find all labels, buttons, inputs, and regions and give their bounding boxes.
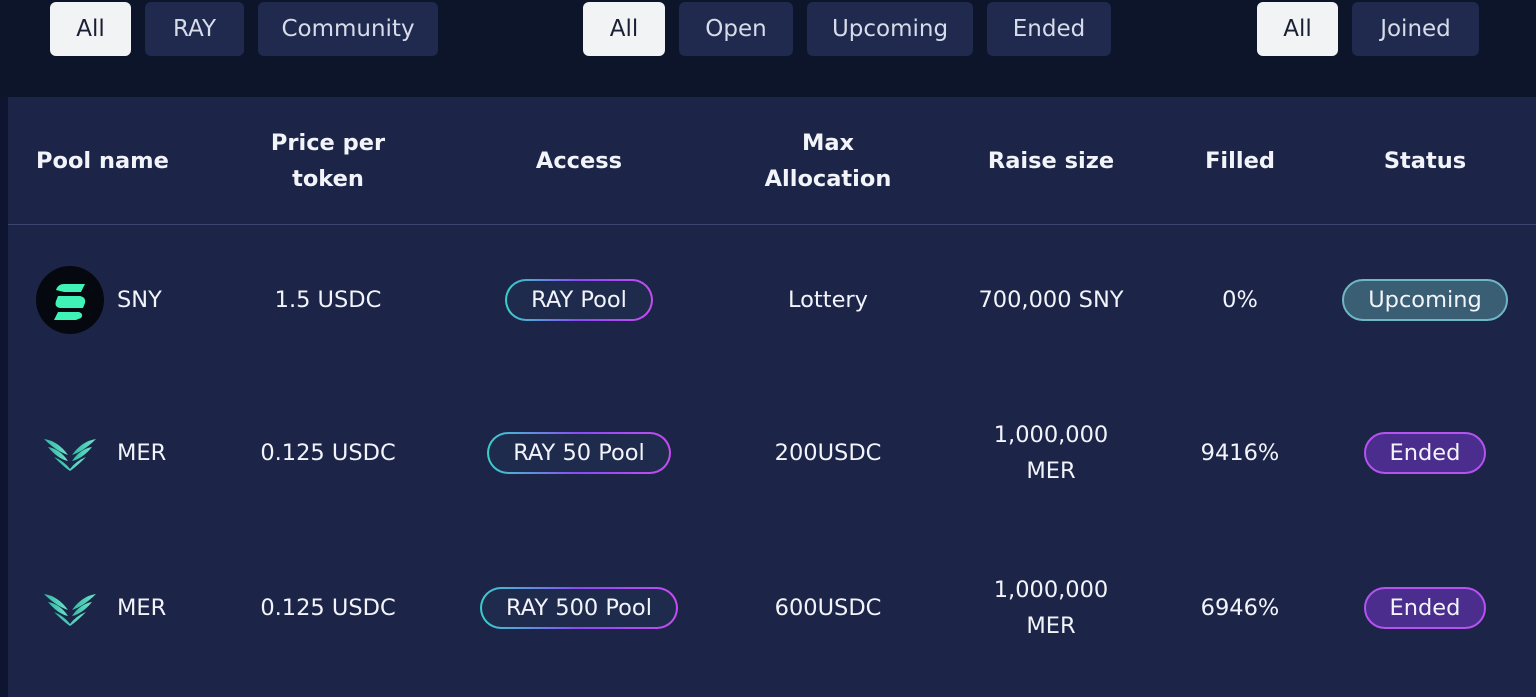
header-max-line1: Max	[801, 129, 855, 156]
access-badge: RAY Pool	[505, 279, 653, 321]
header-access: Access	[535, 147, 623, 174]
filter-state-all[interactable]: All	[583, 2, 665, 56]
filter-category-community[interactable]: Community	[258, 2, 438, 56]
header-price-per-token: Price per token	[228, 97, 428, 224]
access-cell: RAY Pool	[479, 223, 679, 377]
filled-cell: 6946%	[1200, 595, 1280, 621]
pools-table: Pool name Price per token Access Max All…	[8, 97, 1536, 697]
filter-state-open[interactable]: Open	[679, 2, 793, 56]
header-filled: Filled	[1205, 147, 1275, 174]
filter-membership-all[interactable]: All	[1257, 2, 1338, 56]
filter-bar: All RAY Community All Open Upcoming Ende…	[0, 0, 1536, 97]
raise-size-line1: 1,000,000	[993, 577, 1109, 603]
max-allocation-cell: 600USDC	[774, 595, 882, 621]
sny-logo-icon	[36, 266, 104, 334]
max-allocation-cell: Lottery	[788, 287, 868, 313]
status-cell: Ended	[1335, 376, 1515, 530]
filled-cell: 9416%	[1200, 440, 1280, 466]
filter-category-ray[interactable]: RAY	[145, 2, 244, 56]
pool-name-cell: MER	[36, 531, 226, 685]
pool-name: SNY	[117, 287, 162, 313]
filter-membership-joined[interactable]: Joined	[1352, 2, 1479, 56]
pool-name-cell: MER	[36, 376, 226, 530]
raise-size-cell: 1,000,000 MER	[951, 376, 1151, 530]
raise-size-line2: MER	[1026, 458, 1076, 484]
status-cell: Upcoming	[1335, 223, 1515, 377]
price-cell: 0.125 USDC	[260, 595, 396, 621]
raise-size-line1: 700,000 SNY	[978, 287, 1124, 313]
access-badge: RAY 500 Pool	[480, 587, 678, 629]
table-row[interactable]: MER 0.125 USDC RAY 50 Pool 200USDC 1,000…	[8, 376, 1536, 530]
access-cell: RAY 500 Pool	[479, 531, 679, 685]
mer-logo-icon	[36, 419, 104, 487]
header-status: Status	[1383, 147, 1467, 174]
filter-state-ended[interactable]: Ended	[987, 2, 1111, 56]
raise-size-line1: 1,000,000	[993, 422, 1109, 448]
price-cell: 1.5 USDC	[274, 287, 382, 313]
filled-cell: 0%	[1222, 287, 1258, 313]
table-row[interactable]: SNY 1.5 USDC RAY Pool Lottery 700,000 SN…	[8, 223, 1536, 377]
pool-name: MER	[117, 595, 167, 621]
filter-state-upcoming[interactable]: Upcoming	[807, 2, 973, 56]
status-badge: Upcoming	[1342, 279, 1508, 321]
header-max-allocation: Max Allocation	[728, 97, 928, 224]
raise-size-cell: 700,000 SNY	[951, 223, 1151, 377]
access-badge: RAY 50 Pool	[487, 432, 671, 474]
header-price-line2: token	[292, 165, 364, 192]
table-header: Pool name Price per token Access Max All…	[8, 97, 1536, 225]
max-allocation-cell: 200USDC	[774, 440, 882, 466]
header-raise-size: Raise size	[987, 147, 1115, 174]
mer-logo-icon	[36, 574, 104, 642]
raise-size-line2: MER	[1026, 613, 1076, 639]
filter-category-all[interactable]: All	[50, 2, 131, 56]
pool-name: MER	[117, 440, 167, 466]
status-badge: Ended	[1363, 587, 1487, 629]
access-cell: RAY 50 Pool	[479, 376, 679, 530]
status-cell: Ended	[1335, 531, 1515, 685]
status-badge: Ended	[1363, 432, 1487, 474]
header-price-line1: Price per	[270, 129, 386, 156]
header-pool-name: Pool name	[36, 147, 169, 174]
price-cell: 0.125 USDC	[260, 440, 396, 466]
raise-size-cell: 1,000,000 MER	[951, 531, 1151, 685]
table-row[interactable]: MER 0.125 USDC RAY 500 Pool 600USDC 1,00…	[8, 531, 1536, 685]
pool-name-cell: SNY	[36, 223, 226, 377]
header-max-line2: Allocation	[764, 165, 892, 192]
